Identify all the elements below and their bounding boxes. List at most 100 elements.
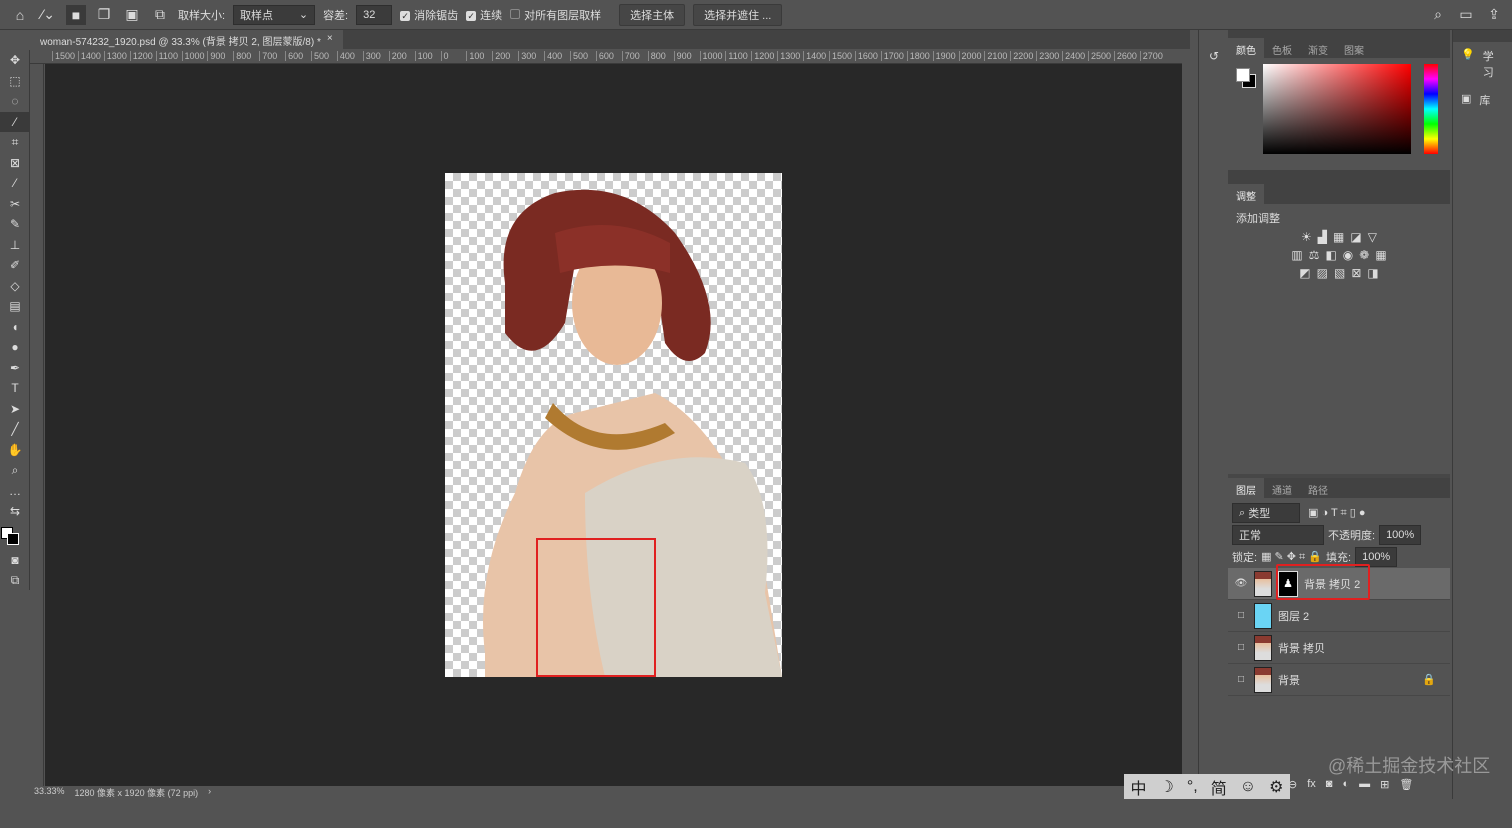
new-layer-icon[interactable]: ⊞ [1380,778,1389,791]
vibrance-icon[interactable]: ▽ [1368,230,1377,244]
settings-icon[interactable]: ⚙ [1269,777,1283,797]
delete-icon[interactable]: 🗑 [1399,778,1413,791]
gradient-map-icon[interactable]: ◨ [1367,266,1378,280]
fx-icon[interactable]: fx [1307,778,1316,791]
ime-chinese[interactable]: 中 [1131,775,1147,799]
ime-simplified[interactable]: 简 [1211,775,1227,799]
eraser-tool-icon[interactable]: ◇ [0,276,30,297]
new-selection-icon[interactable]: ■ [66,5,86,25]
hue-sat-icon[interactable]: ▥ [1291,248,1302,262]
tab-patterns[interactable]: 图案 [1336,38,1372,58]
dodge-tool-icon[interactable]: ● [0,337,30,358]
history-brush-icon[interactable]: ✐ [0,255,30,276]
zoom-tool-icon[interactable]: ⌕ [0,460,30,481]
visibility-toggle[interactable]: □ [1234,674,1248,685]
opacity-input[interactable]: 100% [1379,525,1421,545]
line-tool-icon[interactable]: ╱ [0,419,30,440]
home-icon[interactable]: ⌂ [10,5,30,25]
selective-color-icon[interactable]: ⊠ [1351,266,1361,280]
layer-row[interactable]: □背景🔒 [1228,664,1450,696]
eye-icon[interactable]: 👁 [1234,578,1248,589]
color-balance-icon[interactable]: ⚖ [1309,248,1320,262]
moon-icon[interactable]: ☽ [1160,777,1174,797]
zoom-level[interactable]: 33.33% [34,786,65,799]
threshold-icon[interactable]: ▧ [1334,266,1345,280]
color-swatches[interactable] [0,522,30,550]
visibility-toggle[interactable]: □ [1234,642,1248,653]
hue-slider[interactable] [1424,64,1438,154]
move-tool-icon[interactable]: ✥ [0,50,30,71]
layer-row[interactable]: 👁 ♟ 背景 拷贝 2 [1228,568,1450,600]
filter-icons[interactable]: ▣ ◑ T ⌗ ▯ ● [1308,506,1366,520]
adjustment-layer-icon[interactable]: ◐ [1342,778,1349,791]
group-icon[interactable]: ▬ [1359,778,1370,791]
brightness-icon[interactable]: ☀ [1301,230,1312,244]
learn-button[interactable]: 💡学习 [1453,42,1512,86]
lasso-tool-icon[interactable]: ◌ [0,91,30,112]
foreground-color[interactable] [1236,68,1250,82]
swap-colors-icon[interactable]: ⇆ [0,501,30,522]
color-field[interactable] [1263,64,1411,154]
tab-color[interactable]: 颜色 [1228,38,1264,58]
canvas-area[interactable] [45,64,1182,786]
tolerance-input[interactable]: 32 [356,5,392,25]
tab-adjustments[interactable]: 调整 [1228,184,1264,204]
quick-mask-icon[interactable]: ◙ [0,550,30,571]
eyedropper-tool-icon[interactable]: ⁄ [0,173,30,194]
all-layers-checkbox[interactable]: 对所有图层取样 [510,7,601,23]
tab-swatches[interactable]: 色板 [1264,38,1300,58]
status-arrow[interactable]: › [208,786,211,799]
hand-tool-icon[interactable]: ✋ [0,440,30,461]
document-tab[interactable]: woman-574232_1920.psd @ 33.3% (背景 拷贝 2, … [30,30,343,49]
share-icon[interactable]: ⇪ [1484,5,1504,25]
blend-mode-select[interactable]: 正常 [1232,525,1324,545]
add-selection-icon[interactable]: ❐ [94,5,114,25]
brush-tool-icon[interactable]: ✎ [0,214,30,235]
punctuation-icon[interactable]: °, [1187,778,1198,796]
blur-tool-icon[interactable]: ◖ [0,317,30,338]
magic-wand-tool-icon[interactable]: ⁄ [0,112,30,133]
subtract-selection-icon[interactable]: ▣ [122,5,142,25]
photo-filter-icon[interactable]: ◉ [1343,248,1353,262]
tab-layers[interactable]: 图层 [1228,478,1264,498]
layer-row[interactable]: □图层 2 [1228,600,1450,632]
curves-icon[interactable]: ▦ [1333,230,1344,244]
levels-icon[interactable]: ▟ [1318,230,1327,244]
intersect-selection-icon[interactable]: ⧉ [150,5,170,25]
layer-row[interactable]: □背景 拷贝 [1228,632,1450,664]
pen-tool-icon[interactable]: ✒ [0,358,30,379]
anti-alias-checkbox[interactable]: ✓消除锯齿 [400,7,458,23]
marquee-tool-icon[interactable]: ⬚ [0,71,30,92]
emoji-icon[interactable]: ☺ [1240,778,1256,796]
crop-tool-icon[interactable]: ⌗ [0,132,30,153]
stamp-tool-icon[interactable]: ⊥ [0,235,30,256]
invert-icon[interactable]: ◩ [1299,266,1310,280]
add-mask-icon[interactable]: ◙ [1326,778,1333,791]
tab-paths[interactable]: 路径 [1300,478,1336,498]
frame-tool-icon[interactable]: ⊠ [0,153,30,174]
select-subject-button[interactable]: 选择主体 [619,4,685,26]
tab-gradients[interactable]: 渐变 [1300,38,1336,58]
healing-tool-icon[interactable]: ✂ [0,194,30,215]
tab-channels[interactable]: 通道 [1264,478,1300,498]
black-white-icon[interactable]: ◧ [1325,248,1336,262]
color-lookup-icon[interactable]: ▦ [1375,248,1386,262]
screen-mode-icon[interactable]: ⧉ [0,570,30,591]
posterize-icon[interactable]: ▨ [1317,266,1328,280]
layer-filter-select[interactable]: ⌕ 类型 [1232,503,1300,523]
visibility-toggle[interactable]: □ [1234,610,1248,621]
close-tab-icon[interactable]: × [327,33,333,46]
contiguous-checkbox[interactable]: ✓连续 [466,7,502,23]
workspace-icon[interactable]: ▭ [1456,5,1476,25]
history-icon[interactable]: ↺ [1199,46,1229,67]
magic-wand-icon[interactable]: ⁄⌄ [38,5,58,25]
lock-icons[interactable]: ▦ ✎ ✥ ⌗ 🔒 [1261,550,1322,564]
search-icon[interactable]: ⌕ [1428,5,1448,25]
select-and-mask-button[interactable]: 选择并遮住 ... [693,4,782,26]
sample-size-select[interactable]: 取样点⌄ [233,5,315,25]
more-tools-icon[interactable]: … [0,481,30,502]
path-select-icon[interactable]: ➤ [0,399,30,420]
channel-mixer-icon[interactable]: ❁ [1359,248,1369,262]
library-button[interactable]: ▣库 [1453,86,1512,114]
gradient-tool-icon[interactable]: ▤ [0,296,30,317]
